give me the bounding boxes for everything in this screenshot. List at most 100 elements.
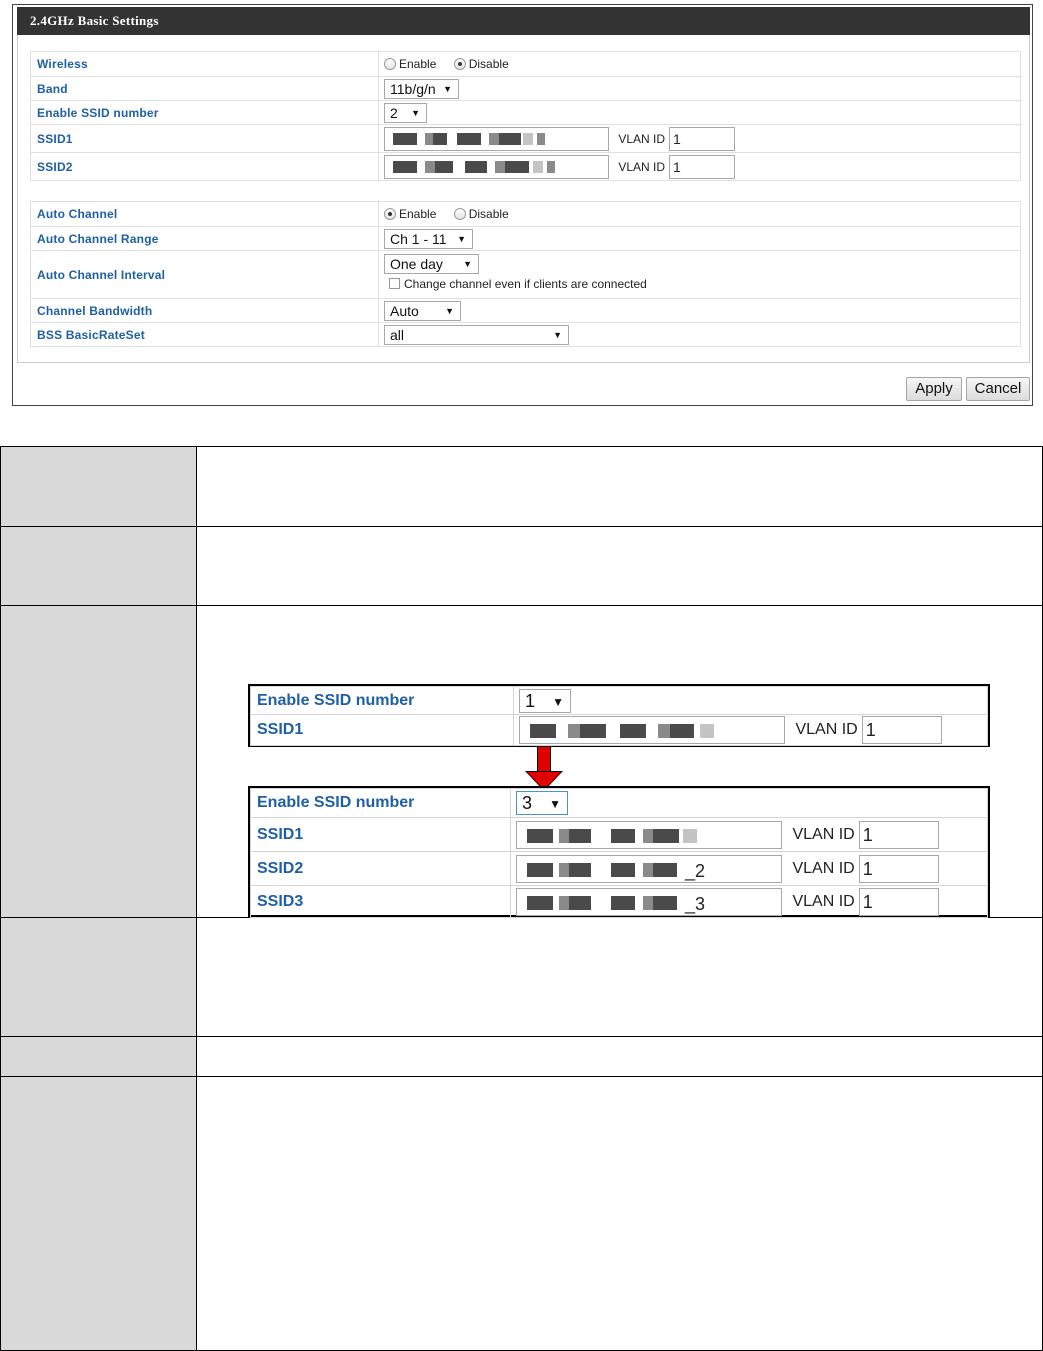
inset-after-ssid3-input[interactable]: _3	[516, 887, 782, 916]
ssid1-vlan-input[interactable]: 1	[669, 126, 736, 151]
row-ssid1: SSID1 VLAN ID 1	[30, 124, 1021, 153]
row-wireless: Wireless Enable Disable	[30, 51, 1021, 77]
enable-ssid-number-label: Enable SSID number	[30, 100, 379, 125]
inset-after-ssid3-vlan-value: 1	[862, 891, 873, 912]
auto-channel-label: Auto Channel	[30, 201, 379, 227]
inset-after-enable-ssid-number-value: 3	[522, 793, 533, 813]
ssid1-blurred-value	[393, 132, 553, 145]
inset-after-ssid3-label: SSID3	[250, 885, 511, 918]
auto-channel-enable-label: Enable	[399, 207, 437, 222]
row-bss-basic-rate-set: BSS BasicRateSet all ▼	[30, 322, 1021, 347]
auto-channel-interval-select[interactable]: One day ▼	[384, 253, 479, 274]
row-band: Band 11b/g/n ▼	[30, 76, 1021, 101]
inset-after-ssid2-blurred-value	[527, 862, 687, 877]
inset-before-enable-ssid-number-value: 1	[525, 690, 536, 711]
doc-row-auto-channel	[0, 1076, 1043, 1351]
ssid1-vlan-value: 1	[673, 130, 681, 147]
wireless-enable-label: Enable	[399, 57, 437, 72]
dropdown-arrow-icon: ▼	[553, 329, 562, 340]
row-ssid2: SSID2 VLAN ID 1	[30, 152, 1021, 181]
band-label: Band	[30, 76, 379, 101]
inset-before-ssid1-label: SSID1	[250, 714, 514, 746]
inset-after-ssid2-suffix: _2	[685, 860, 706, 881]
inset-after-ssid2-input[interactable]: _2	[516, 854, 782, 883]
ssid1-vlan-label: VLAN ID	[618, 131, 666, 146]
ssid1-input[interactable]	[384, 126, 609, 151]
row-auto-channel: Auto Channel Enable Disable	[30, 201, 1021, 227]
doc-row-vlan	[0, 1036, 1043, 1077]
change-channel-checkbox-icon[interactable]	[389, 277, 400, 289]
wireless-label: Wireless	[30, 51, 379, 77]
channel-settings-table: Auto Channel Enable Disable Auto Channel…	[30, 201, 1021, 347]
bss-basic-rate-set-select[interactable]: all ▼	[384, 324, 569, 345]
bss-basic-rate-set-label: BSS BasicRateSet	[30, 322, 379, 347]
dropdown-arrow-icon: ▼	[549, 797, 561, 811]
inset-before-ssid1-blurred-value	[530, 724, 720, 738]
ssid2-vlan-value: 1	[673, 158, 681, 175]
row-auto-channel-interval: Auto Channel Interval One day ▼ Change ch…	[30, 250, 1021, 299]
wireless-disable-label: Disable	[468, 57, 509, 72]
band-select-value: 11b/g/n	[390, 80, 436, 97]
inset-before-ssid1-vlan-input[interactable]: 1	[861, 716, 942, 744]
auto-channel-range-select[interactable]: Ch 1 - 11 ▼	[384, 228, 473, 249]
inset-after-ssid1-vlan-value: 1	[862, 824, 873, 845]
ssid2-vlan-label: VLAN ID	[618, 159, 666, 174]
ssid2-vlan-input[interactable]: 1	[669, 154, 736, 179]
wireless-enable-radio-icon[interactable]	[384, 58, 396, 71]
inset-after-ssid1-label: SSID1	[250, 817, 511, 852]
panel-content: Wireless Enable Disable Band 11b/g/n ▼ En…	[17, 35, 1030, 363]
channel-bandwidth-value: Auto	[390, 302, 419, 319]
auto-channel-interval-value: One day	[390, 255, 443, 272]
doc-row-ssid	[0, 917, 1043, 1037]
auto-channel-range-label: Auto Channel Range	[30, 226, 379, 251]
inset-after-ssid2-vlan-input[interactable]: 1	[858, 854, 939, 883]
down-arrow-icon	[537, 746, 551, 774]
ssid2-blurred-value	[393, 160, 563, 173]
ssid2-label: SSID2	[30, 152, 379, 181]
dropdown-arrow-icon: ▼	[552, 694, 564, 709]
auto-channel-interval-label: Auto Channel Interval	[30, 250, 379, 299]
enable-ssid-number-value: 2	[390, 104, 398, 121]
inset-after-ssid3-vlan-input[interactable]: 1	[858, 887, 939, 916]
channel-bandwidth-select[interactable]: Auto ▼	[384, 300, 461, 321]
inset-before-ssid1-vlan-value: 1	[865, 720, 876, 740]
channel-bandwidth-label: Channel Bandwidth	[30, 298, 379, 323]
ssid2-input[interactable]	[384, 154, 609, 179]
dropdown-arrow-icon: ▼	[443, 83, 452, 94]
inset-after-ssid1-input[interactable]	[516, 820, 782, 849]
ssid1-label: SSID1	[30, 124, 379, 153]
doc-row-band	[0, 526, 1043, 606]
inset-before-ssid1-input[interactable]	[519, 716, 785, 744]
row-enable-ssid-number: Enable SSID number 2 ▼	[30, 100, 1021, 125]
row-auto-channel-range: Auto Channel Range Ch 1 - 11 ▼	[30, 226, 1021, 251]
bss-basic-rate-set-value: all	[390, 326, 405, 343]
doc-row-wireless	[0, 446, 1043, 527]
inset-before-enable-ssid-number-select[interactable]: 1 ▼	[519, 688, 571, 713]
inset-after-ssid2-label: SSID2	[250, 851, 511, 886]
basic-settings-panel: 2.4GHz Basic Settings Wireless Enable Di…	[12, 4, 1033, 406]
inset-after-enable-ssid-number-label: Enable SSID number	[250, 788, 511, 818]
inset-after: Enable SSID number 3 ▼ SSID1 VLAN ID 1 SSI…	[248, 786, 990, 918]
wireless-disable-radio-icon[interactable]	[453, 58, 466, 71]
inset-after-ssid3-vlan-label: VLAN ID	[792, 892, 855, 910]
row-channel-bandwidth: Channel Bandwidth Auto ▼	[30, 298, 1021, 323]
inset-before-enable-ssid-number-label: Enable SSID number	[250, 686, 514, 715]
band-select[interactable]: 11b/g/n ▼	[384, 78, 459, 99]
dropdown-arrow-icon: ▼	[457, 233, 466, 244]
panel-title: 2.4GHz Basic Settings	[17, 7, 1030, 35]
inset-after-enable-ssid-number-select[interactable]: 3 ▼	[516, 791, 568, 815]
wireless-radios: Enable Disable	[378, 51, 1021, 77]
inset-after-ssid1-vlan-input[interactable]: 1	[858, 820, 939, 849]
inset-after-ssid1-vlan-label: VLAN ID	[792, 825, 855, 843]
apply-button[interactable]: Apply	[906, 377, 962, 401]
inset-after-ssid1-blurred-value	[527, 828, 707, 843]
auto-channel-enable-radio-icon[interactable]	[384, 208, 396, 221]
enable-ssid-number-select[interactable]: 2 ▼	[384, 102, 427, 123]
change-channel-checkbox-label: Change channel even if clients are conne…	[404, 276, 647, 291]
cancel-button[interactable]: Cancel	[966, 377, 1030, 401]
dropdown-arrow-icon: ▼	[445, 305, 454, 316]
auto-channel-disable-radio-icon[interactable]	[453, 208, 466, 221]
inset-before: Enable SSID number 1 ▼ SSID1 VLAN ID 1	[248, 684, 990, 747]
inset-before-ssid1-vlan-label: VLAN ID	[795, 721, 858, 738]
inset-after-ssid2-vlan-value: 1	[862, 858, 873, 879]
